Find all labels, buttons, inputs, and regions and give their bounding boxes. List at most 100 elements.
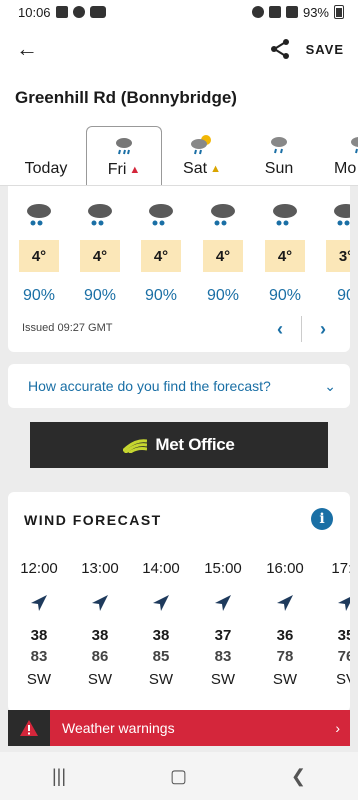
- hourly-column: 4° 90%: [17, 200, 61, 305]
- battery-icon: [334, 5, 344, 19]
- tab-sat[interactable]: Sat ▲: [170, 126, 234, 185]
- tab-today[interactable]: Today: [16, 126, 76, 185]
- met-office-logo-icon: [123, 439, 148, 453]
- rain-cloud-icon: [273, 204, 297, 226]
- wind-direction: SW: [87, 671, 113, 688]
- status-time: 10:06: [18, 4, 51, 20]
- chevron-down-icon: ⌄: [324, 377, 336, 394]
- gallery-notification-icon: [55, 6, 68, 18]
- wind-time: 16:00: [266, 560, 304, 577]
- wind-gust: 76: [337, 648, 350, 665]
- weather-warnings-label: Weather warnings: [62, 720, 175, 736]
- wind-speed: 36: [276, 627, 294, 644]
- wind-direction-arrow-icon: [215, 595, 231, 611]
- arrow-left-icon[interactable]: ←: [16, 36, 40, 62]
- wind-direction-arrow-icon: [153, 595, 169, 611]
- temperature: 3°: [326, 240, 350, 272]
- accuracy-question: How accurate do you find the forecast?: [28, 378, 271, 394]
- rain-cloud-icon: [149, 204, 173, 226]
- wind-forecast-card: WIND FORECAST i 12:00 38 83 SW 13:00 38 …: [8, 492, 350, 712]
- wind-speed: 37: [214, 627, 232, 644]
- wind-gust: 85: [152, 648, 170, 665]
- precip-probability: 90%: [83, 287, 117, 304]
- wind-gust: 83: [30, 648, 48, 665]
- met-office-banner[interactable]: Met Office: [30, 422, 328, 468]
- warning-red-icon: ▲: [129, 164, 141, 176]
- chevron-right-icon: ›: [335, 720, 340, 736]
- wind-column: 15:00 37 83 SW: [198, 560, 248, 688]
- wind-time: 14:00: [142, 560, 180, 577]
- precip-probability: 90%: [206, 287, 240, 304]
- wind-gust: 78: [276, 648, 294, 665]
- wifi-icon: [268, 6, 281, 18]
- wind-direction: SW: [210, 671, 236, 688]
- system-nav-bar: ||| ▢ ❮: [0, 752, 358, 800]
- rain-cloud-icon: [334, 204, 350, 226]
- wind-direction: SW: [148, 671, 174, 688]
- precip-probability: 90%: [144, 287, 178, 304]
- wind-direction: SW: [26, 671, 52, 688]
- hourly-nav: ‹ ›: [267, 316, 336, 342]
- wind-time: 17:0: [331, 560, 350, 577]
- tab-label: Today: [24, 160, 68, 177]
- wind-direction-arrow-icon: [92, 595, 108, 611]
- signal-icon: [285, 6, 298, 18]
- wind-forecast-title: WIND FORECAST: [24, 512, 162, 528]
- rain-cloud-icon: [116, 138, 132, 155]
- temperature: 4°: [80, 240, 120, 272]
- app-bar: ← SAVE: [0, 24, 358, 74]
- wind-time: 15:00: [204, 560, 242, 577]
- day-tabs: Today Fri ▲ Sat ▲ Sun Mo: [0, 126, 358, 186]
- tab-label: Sun: [264, 160, 294, 177]
- save-button[interactable]: SAVE: [306, 42, 344, 57]
- wind-time: 12:00: [20, 560, 58, 577]
- chevron-right-icon[interactable]: ›: [310, 319, 336, 340]
- back-nav-icon[interactable]: ❮: [291, 766, 306, 787]
- hourly-forecast-card[interactable]: 4° 90% 4° 90% 4° 90% 4° 90% 4° 90% 3° 90…: [8, 186, 350, 352]
- home-icon[interactable]: ▢: [170, 766, 187, 787]
- precip-probability: 90: [337, 287, 350, 304]
- wind-direction-arrow-icon: [338, 597, 350, 611]
- hourly-column: 4° 90%: [263, 200, 307, 305]
- wind-column: 13:00 38 86 SW: [75, 560, 125, 688]
- tab-mon[interactable]: Mo: [334, 126, 358, 185]
- rain-cloud-icon: [271, 137, 287, 154]
- accuracy-feedback[interactable]: How accurate do you find the forecast? ⌄: [8, 364, 350, 408]
- wind-direction: SW: [272, 671, 298, 688]
- tab-fri[interactable]: Fri ▲: [86, 126, 162, 185]
- share-icon[interactable]: [268, 37, 292, 61]
- wind-speed: 38: [152, 627, 170, 644]
- info-icon[interactable]: i: [311, 508, 333, 530]
- wind-speed: 38: [91, 627, 109, 644]
- app-notification-icon: [89, 6, 106, 18]
- wind-speed: 35: [337, 627, 350, 644]
- brand-name: Met Office: [155, 435, 235, 454]
- status-bar: 10:06 93%: [0, 0, 358, 24]
- wind-column: 17:0 35 76 SV: [321, 560, 350, 688]
- weather-warnings-bar[interactable]: Weather warnings ›: [8, 710, 350, 746]
- tab-label: Fri: [107, 161, 127, 178]
- hourly-column: 4° 90%: [201, 200, 245, 305]
- chevron-left-icon[interactable]: ‹: [267, 319, 293, 340]
- recent-apps-icon[interactable]: |||: [52, 766, 66, 787]
- rain-cloud-icon: [351, 137, 358, 154]
- wind-direction-arrow-icon: [277, 595, 293, 611]
- wind-direction: SV: [335, 671, 350, 688]
- rain-cloud-icon: [211, 204, 235, 226]
- wind-gust: 86: [91, 648, 109, 665]
- hourly-column: 4° 90%: [78, 200, 122, 305]
- wind-direction-arrow-icon: [31, 595, 47, 611]
- tab-sun[interactable]: Sun: [248, 126, 310, 185]
- wind-time: 13:00: [81, 560, 119, 577]
- wind-column: 14:00 38 85 SW: [136, 560, 186, 688]
- tab-label: Mo: [334, 160, 357, 177]
- issued-time: Issued 09:27 GMT: [22, 322, 113, 334]
- temperature: 4°: [203, 240, 243, 272]
- precip-probability: 90%: [22, 287, 56, 304]
- battery-percent: 93%: [302, 4, 329, 20]
- temperature: 4°: [265, 240, 305, 272]
- location-title: Greenhill Rd (Bonnybridge): [0, 74, 358, 126]
- temperature: 4°: [141, 240, 181, 272]
- precip-probability: 90%: [268, 287, 302, 304]
- warning-amber-icon: ▲: [210, 163, 221, 175]
